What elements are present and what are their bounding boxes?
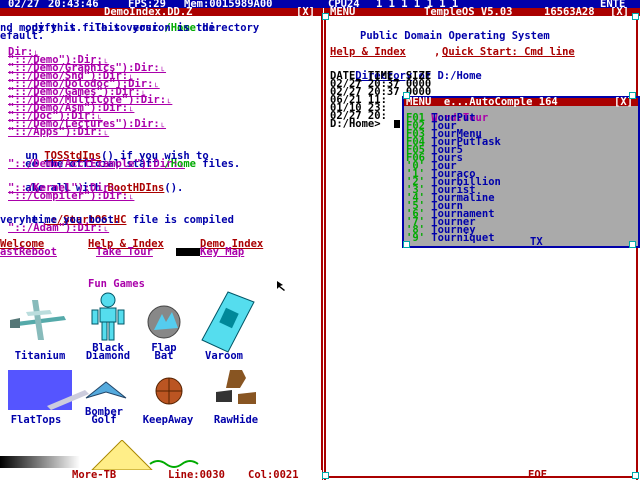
car-icon[interactable]	[192, 290, 262, 354]
quick-start-link[interactable]: Quick Start: Cmd line	[442, 47, 575, 58]
game-label[interactable]: Golf	[76, 415, 132, 426]
date-text: 02/27	[8, 0, 40, 10]
autocomplete-item[interactable]: '9' Tourniquet	[406, 232, 495, 244]
resize-corner-icon[interactable]	[632, 13, 639, 20]
carrier-icon[interactable]	[8, 370, 90, 410]
doc-line: efault.	[0, 30, 45, 42]
bomber-icon[interactable]	[84, 380, 128, 404]
resize-corner-icon[interactable]	[322, 13, 329, 20]
autocomplete-popup: MENU e...AutoComple 164 [X] Word:Tour F0…	[402, 96, 640, 248]
prompt-cursor	[394, 120, 400, 128]
eof-indicator: EOF	[528, 469, 547, 481]
bat-icon[interactable]	[146, 304, 186, 344]
key-map-link[interactable]: Key Map	[200, 247, 244, 258]
fun-games-heading: Fun Games	[88, 278, 145, 290]
help-index-link[interactable]: Help & Index	[330, 47, 406, 58]
horses-icon[interactable]	[212, 366, 262, 410]
close-icon[interactable]: [X]	[610, 7, 629, 18]
game-label[interactable]: Varoom	[192, 351, 256, 362]
right-window-left-border	[324, 8, 326, 480]
left-window-title: DemoIndex.DD.Z	[104, 6, 193, 18]
close-icon[interactable]: [X]	[296, 7, 315, 18]
pyramid-icon	[90, 440, 154, 471]
right-window-title: TempleOS V5.03	[424, 6, 513, 18]
game-label[interactable]: KeepAway	[136, 415, 200, 426]
ball-icon[interactable]	[154, 376, 184, 406]
more-indicator: More-TB	[72, 469, 117, 481]
right-window-bottom-border	[324, 476, 638, 478]
os-subtitle: Public Domain Operating System	[360, 30, 550, 42]
resize-corner-icon[interactable]	[403, 92, 410, 99]
resize-corner-icon[interactable]	[629, 241, 636, 248]
game-label[interactable]: FlatTops	[0, 415, 72, 426]
autocomplete-footer: TX	[530, 236, 543, 248]
mouse-pointer-icon	[277, 281, 285, 291]
resize-corner-icon[interactable]	[322, 472, 329, 479]
resize-corner-icon[interactable]	[629, 92, 636, 99]
game-label[interactable]: Diamond	[76, 351, 140, 362]
snake-icon	[149, 460, 199, 468]
comma-separator: ,	[434, 46, 441, 58]
left-window-border	[321, 8, 323, 480]
game-label[interactable]: RawHide	[200, 415, 272, 426]
text-cursor	[176, 248, 200, 256]
autocomplete-title: MENU e...AutoComple 164	[406, 96, 558, 108]
dir-link[interactable]: "::/Adam"):Dir:˪	[8, 223, 109, 234]
resize-corner-icon[interactable]	[403, 241, 410, 248]
header-address: 16563A28	[544, 6, 595, 18]
autocomplete-word-option: Tourniquet	[431, 232, 495, 244]
mem-text: Mem:0015989A00	[184, 0, 273, 10]
take-tour-link[interactable]: Take Tour	[96, 247, 153, 258]
autocomplete-titlebar[interactable]: MENU e...AutoComple 164 [X]	[404, 96, 638, 108]
time-text: 20:43:46	[48, 0, 99, 10]
game-label[interactable]: Bat	[140, 351, 188, 362]
jet-icon[interactable]	[6, 292, 70, 348]
dir-link[interactable]: "::/Compiler"):Dir:˪	[8, 191, 134, 202]
line-indicator: Line:0030	[168, 469, 225, 481]
menu-button[interactable]: MENU	[330, 7, 355, 18]
col-indicator: Col:0021	[248, 469, 299, 481]
resize-corner-icon[interactable]	[632, 472, 639, 479]
dir-link[interactable]: "::/Apps"):Dir:˪	[8, 127, 109, 138]
fast-reboot-link[interactable]: astReboot	[0, 247, 57, 258]
gradient-sprite	[0, 456, 80, 468]
dir-link[interactable]: "::/Demo/AcctExample"):Dir:˪	[8, 159, 185, 170]
command-prompt[interactable]: D:/Home>	[330, 119, 381, 130]
robot-icon[interactable]	[88, 292, 128, 344]
close-icon[interactable]: [X]	[614, 97, 633, 108]
game-label[interactable]: Titanium	[0, 351, 80, 362]
